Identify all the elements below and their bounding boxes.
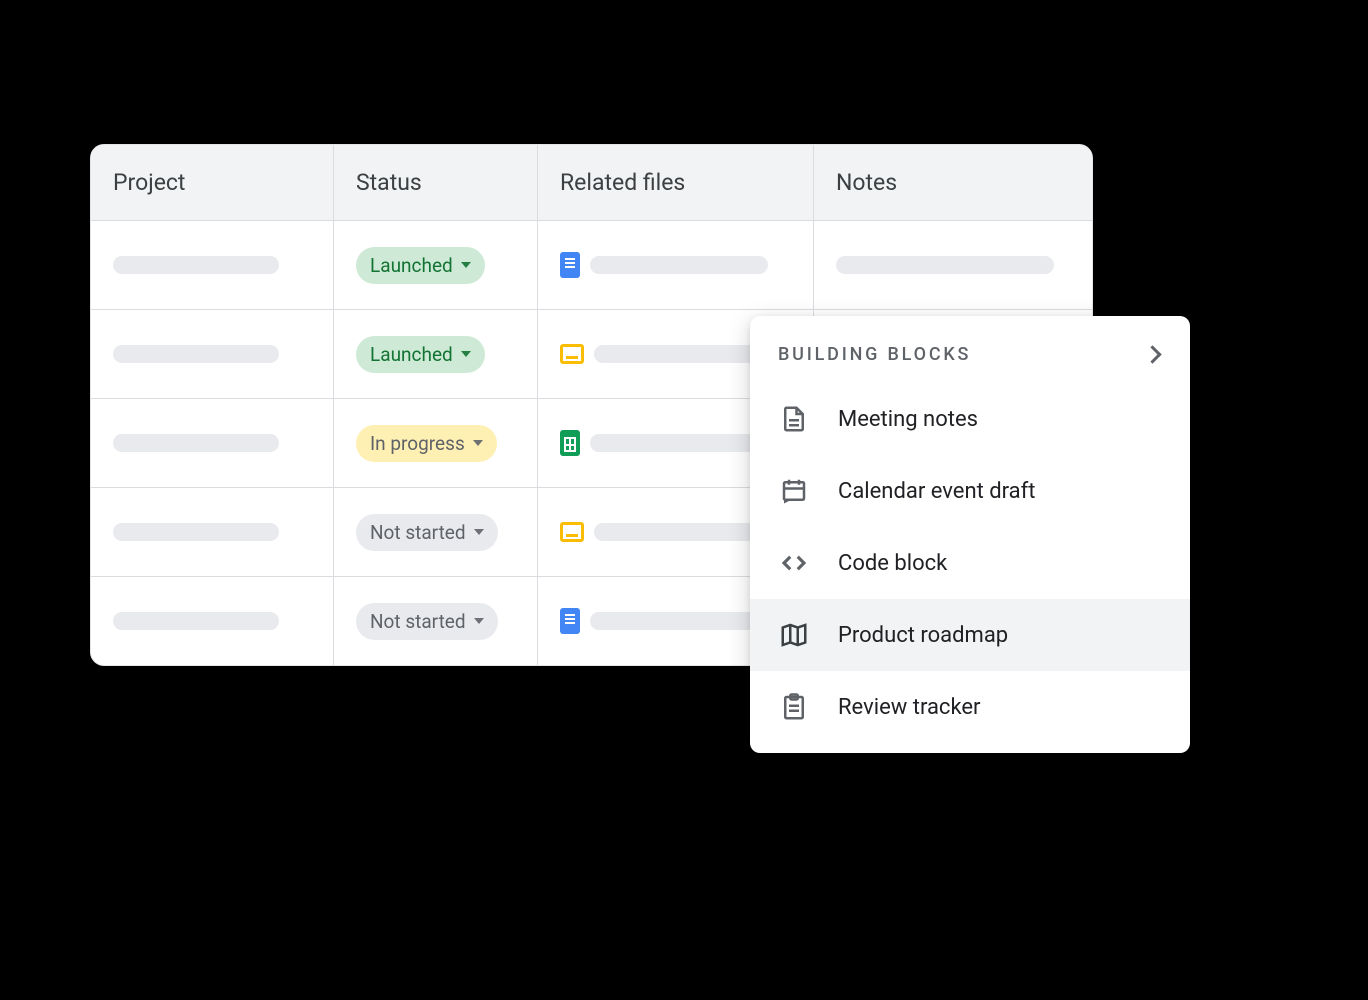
chevron-right-icon xyxy=(1142,345,1162,365)
cell-status[interactable]: In progress xyxy=(334,399,538,487)
status-chip-label: Launched xyxy=(370,343,453,366)
clipboard-icon xyxy=(778,691,810,723)
sheets-file-icon xyxy=(560,430,580,456)
slides-file-icon xyxy=(560,344,584,364)
menu-item-meeting-notes[interactable]: Meeting notes xyxy=(750,383,1190,455)
placeholder-text xyxy=(113,345,279,363)
table-row: Launched xyxy=(91,220,1092,309)
code-icon xyxy=(778,547,810,579)
placeholder-text xyxy=(594,345,772,363)
col-header-notes: Notes xyxy=(814,145,1092,220)
chevron-down-icon xyxy=(473,440,483,446)
status-chip[interactable]: Not started xyxy=(356,514,498,551)
status-chip-label: Launched xyxy=(370,254,453,277)
placeholder-text xyxy=(113,612,279,630)
docs-file-icon xyxy=(560,252,580,278)
cell-notes[interactable] xyxy=(814,221,1092,309)
menu-item-label: Product roadmap xyxy=(838,623,1008,648)
menu-item-review-tracker[interactable]: Review tracker xyxy=(750,671,1190,743)
menu-item-product-roadmap[interactable]: Product roadmap xyxy=(750,599,1190,671)
menu-item-label: Calendar event draft xyxy=(838,479,1036,504)
file-icon xyxy=(778,403,810,435)
menu-item-label: Meeting notes xyxy=(838,407,978,432)
status-chip[interactable]: Launched xyxy=(356,336,485,373)
placeholder-text xyxy=(594,523,772,541)
cell-project[interactable] xyxy=(91,221,334,309)
placeholder-text xyxy=(590,612,768,630)
table-header-row: Project Status Related files Notes xyxy=(91,145,1092,220)
cell-status[interactable]: Launched xyxy=(334,221,538,309)
cell-project[interactable] xyxy=(91,488,334,576)
placeholder-text xyxy=(836,256,1054,274)
docs-file-icon xyxy=(560,608,580,634)
placeholder-text xyxy=(113,434,279,452)
cell-status[interactable]: Not started xyxy=(334,577,538,665)
calendar-icon xyxy=(778,475,810,507)
slides-file-icon xyxy=(560,522,584,542)
cell-status[interactable]: Not started xyxy=(334,488,538,576)
cell-project[interactable] xyxy=(91,310,334,398)
placeholder-text xyxy=(113,256,279,274)
chevron-down-icon xyxy=(474,618,484,624)
placeholder-text xyxy=(590,256,768,274)
cell-status[interactable]: Launched xyxy=(334,310,538,398)
popover-title: BUILDING BLOCKS xyxy=(778,344,971,365)
status-chip[interactable]: Not started xyxy=(356,603,498,640)
placeholder-text xyxy=(590,434,768,452)
status-chip[interactable]: In progress xyxy=(356,425,497,462)
status-chip-label: Not started xyxy=(370,610,466,633)
building-blocks-popover: BUILDING BLOCKS Meeting notes Calendar e… xyxy=(750,316,1190,753)
cell-project[interactable] xyxy=(91,577,334,665)
map-icon xyxy=(778,619,810,651)
menu-item-label: Review tracker xyxy=(838,695,981,720)
cell-related-files[interactable] xyxy=(538,221,814,309)
menu-item-calendar-event-draft[interactable]: Calendar event draft xyxy=(750,455,1190,527)
chevron-down-icon xyxy=(461,351,471,357)
status-chip[interactable]: Launched xyxy=(356,247,485,284)
chevron-down-icon xyxy=(474,529,484,535)
popover-header[interactable]: BUILDING BLOCKS xyxy=(750,330,1190,383)
cell-project[interactable] xyxy=(91,399,334,487)
status-chip-label: Not started xyxy=(370,521,466,544)
placeholder-text xyxy=(113,523,279,541)
col-header-project: Project xyxy=(91,145,334,220)
col-header-related-files: Related files xyxy=(538,145,814,220)
chevron-down-icon xyxy=(461,262,471,268)
status-chip-label: In progress xyxy=(370,432,465,455)
menu-item-label: Code block xyxy=(838,551,947,576)
col-header-status: Status xyxy=(334,145,538,220)
menu-item-code-block[interactable]: Code block xyxy=(750,527,1190,599)
